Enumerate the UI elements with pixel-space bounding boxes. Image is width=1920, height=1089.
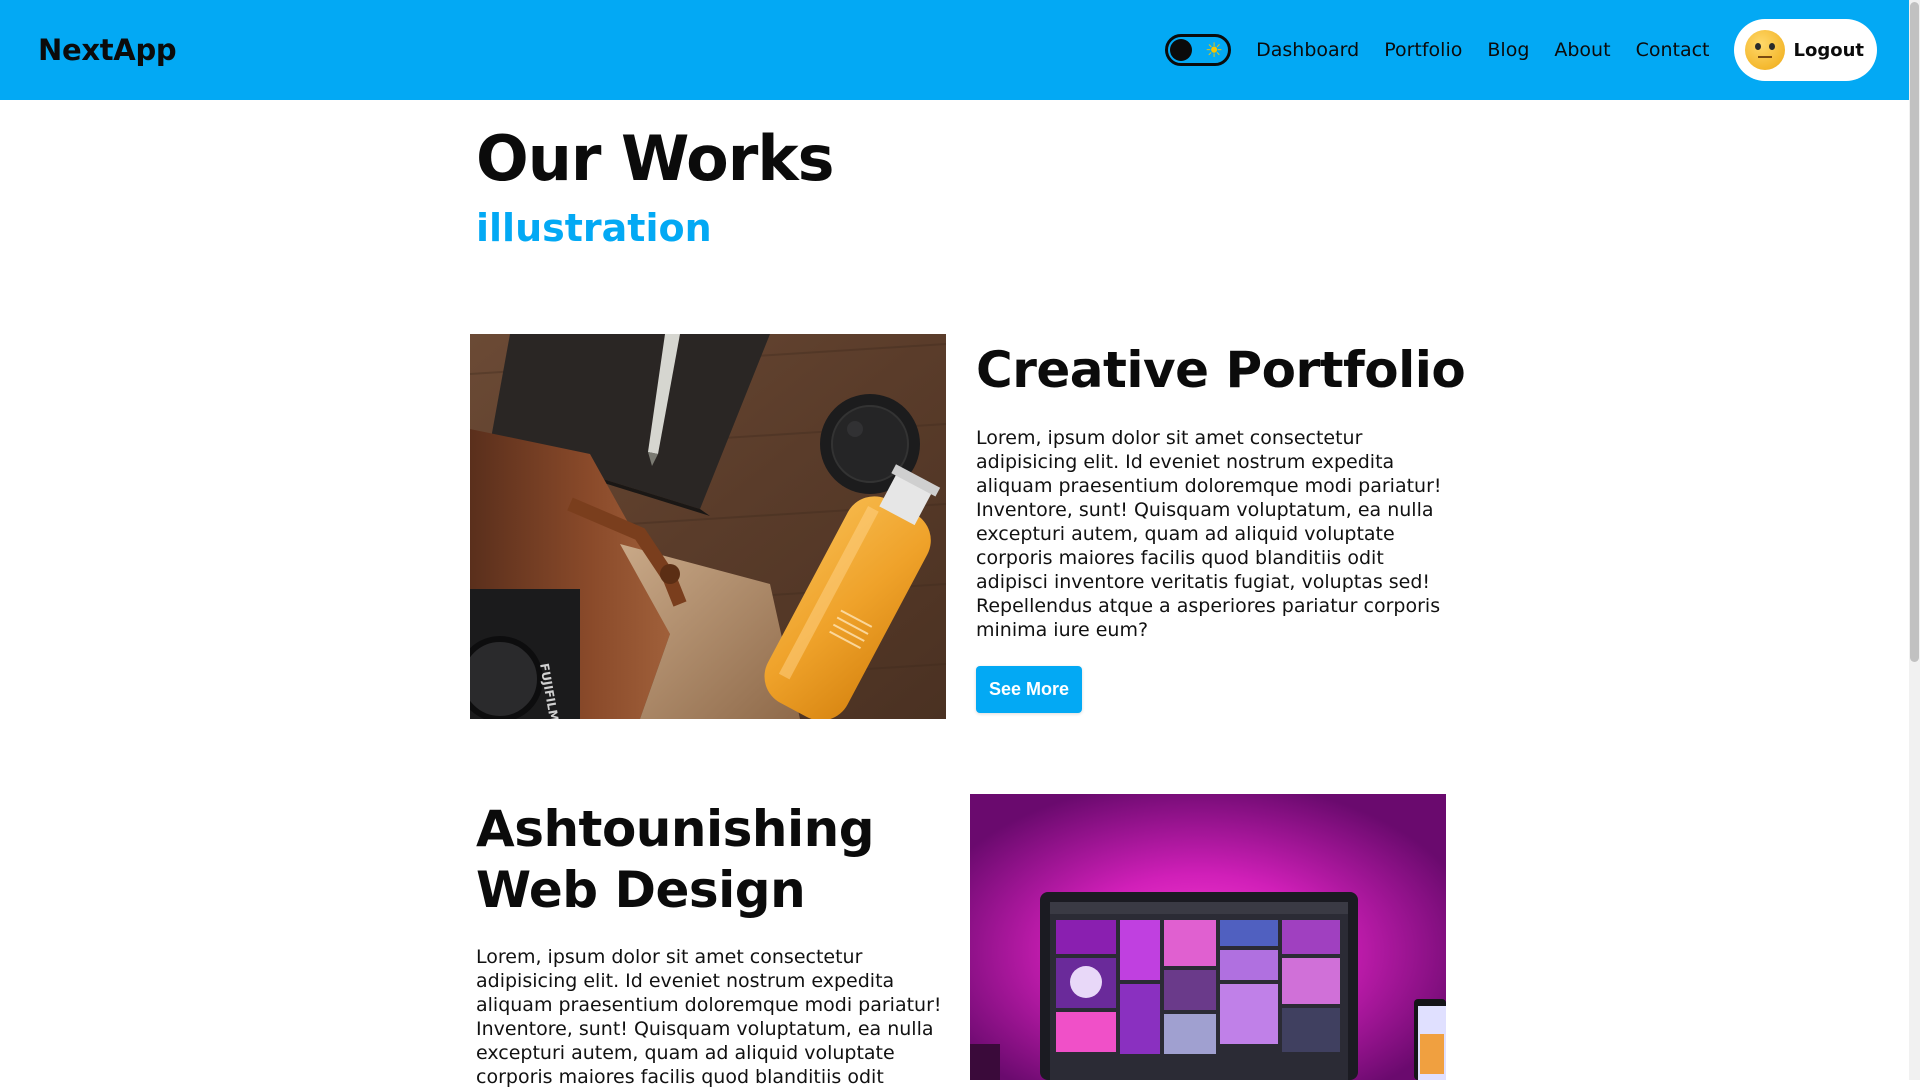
nav-link-about[interactable]: About [1554, 39, 1610, 61]
nav-menu: ☀ Dashboard Portfolio Blog About Contact… [1165, 19, 1877, 81]
avatar-emoji-icon [1745, 30, 1786, 70]
top-navbar: NextApp ☀ Dashboard Portfolio Blog About… [0, 0, 1920, 100]
scrollbar-thumb[interactable] [1910, 2, 1919, 662]
work-image-creative-portfolio: FUJIFILM [470, 334, 946, 719]
page-title: Our Works [476, 122, 834, 195]
nav-link-portfolio[interactable]: Portfolio [1384, 39, 1462, 61]
sun-icon: ☀ [1205, 38, 1224, 62]
work-image-web-design [970, 794, 1446, 1080]
category-title: illustration [476, 206, 712, 250]
logout-button[interactable]: Logout [1734, 19, 1877, 81]
nav-link-blog[interactable]: Blog [1487, 39, 1529, 61]
brand-logo[interactable]: NextApp [38, 33, 177, 67]
work-description: Lorem, ipsum dolor sit amet consectetur … [476, 946, 942, 1088]
nav-link-dashboard[interactable]: Dashboard [1256, 39, 1359, 61]
page-scrollbar[interactable] [1909, 0, 1920, 1080]
work-title: Ashtounishing Web Design [476, 800, 875, 919]
theme-toggle[interactable]: ☀ [1165, 34, 1232, 66]
see-more-button[interactable]: See More [976, 666, 1083, 713]
work-description: Lorem, ipsum dolor sit amet consectetur … [976, 427, 1442, 641]
logout-label: Logout [1793, 39, 1864, 61]
nav-link-contact[interactable]: Contact [1636, 39, 1710, 61]
work-title: Creative Portfolio [976, 341, 1466, 399]
toggle-knob [1170, 39, 1193, 61]
